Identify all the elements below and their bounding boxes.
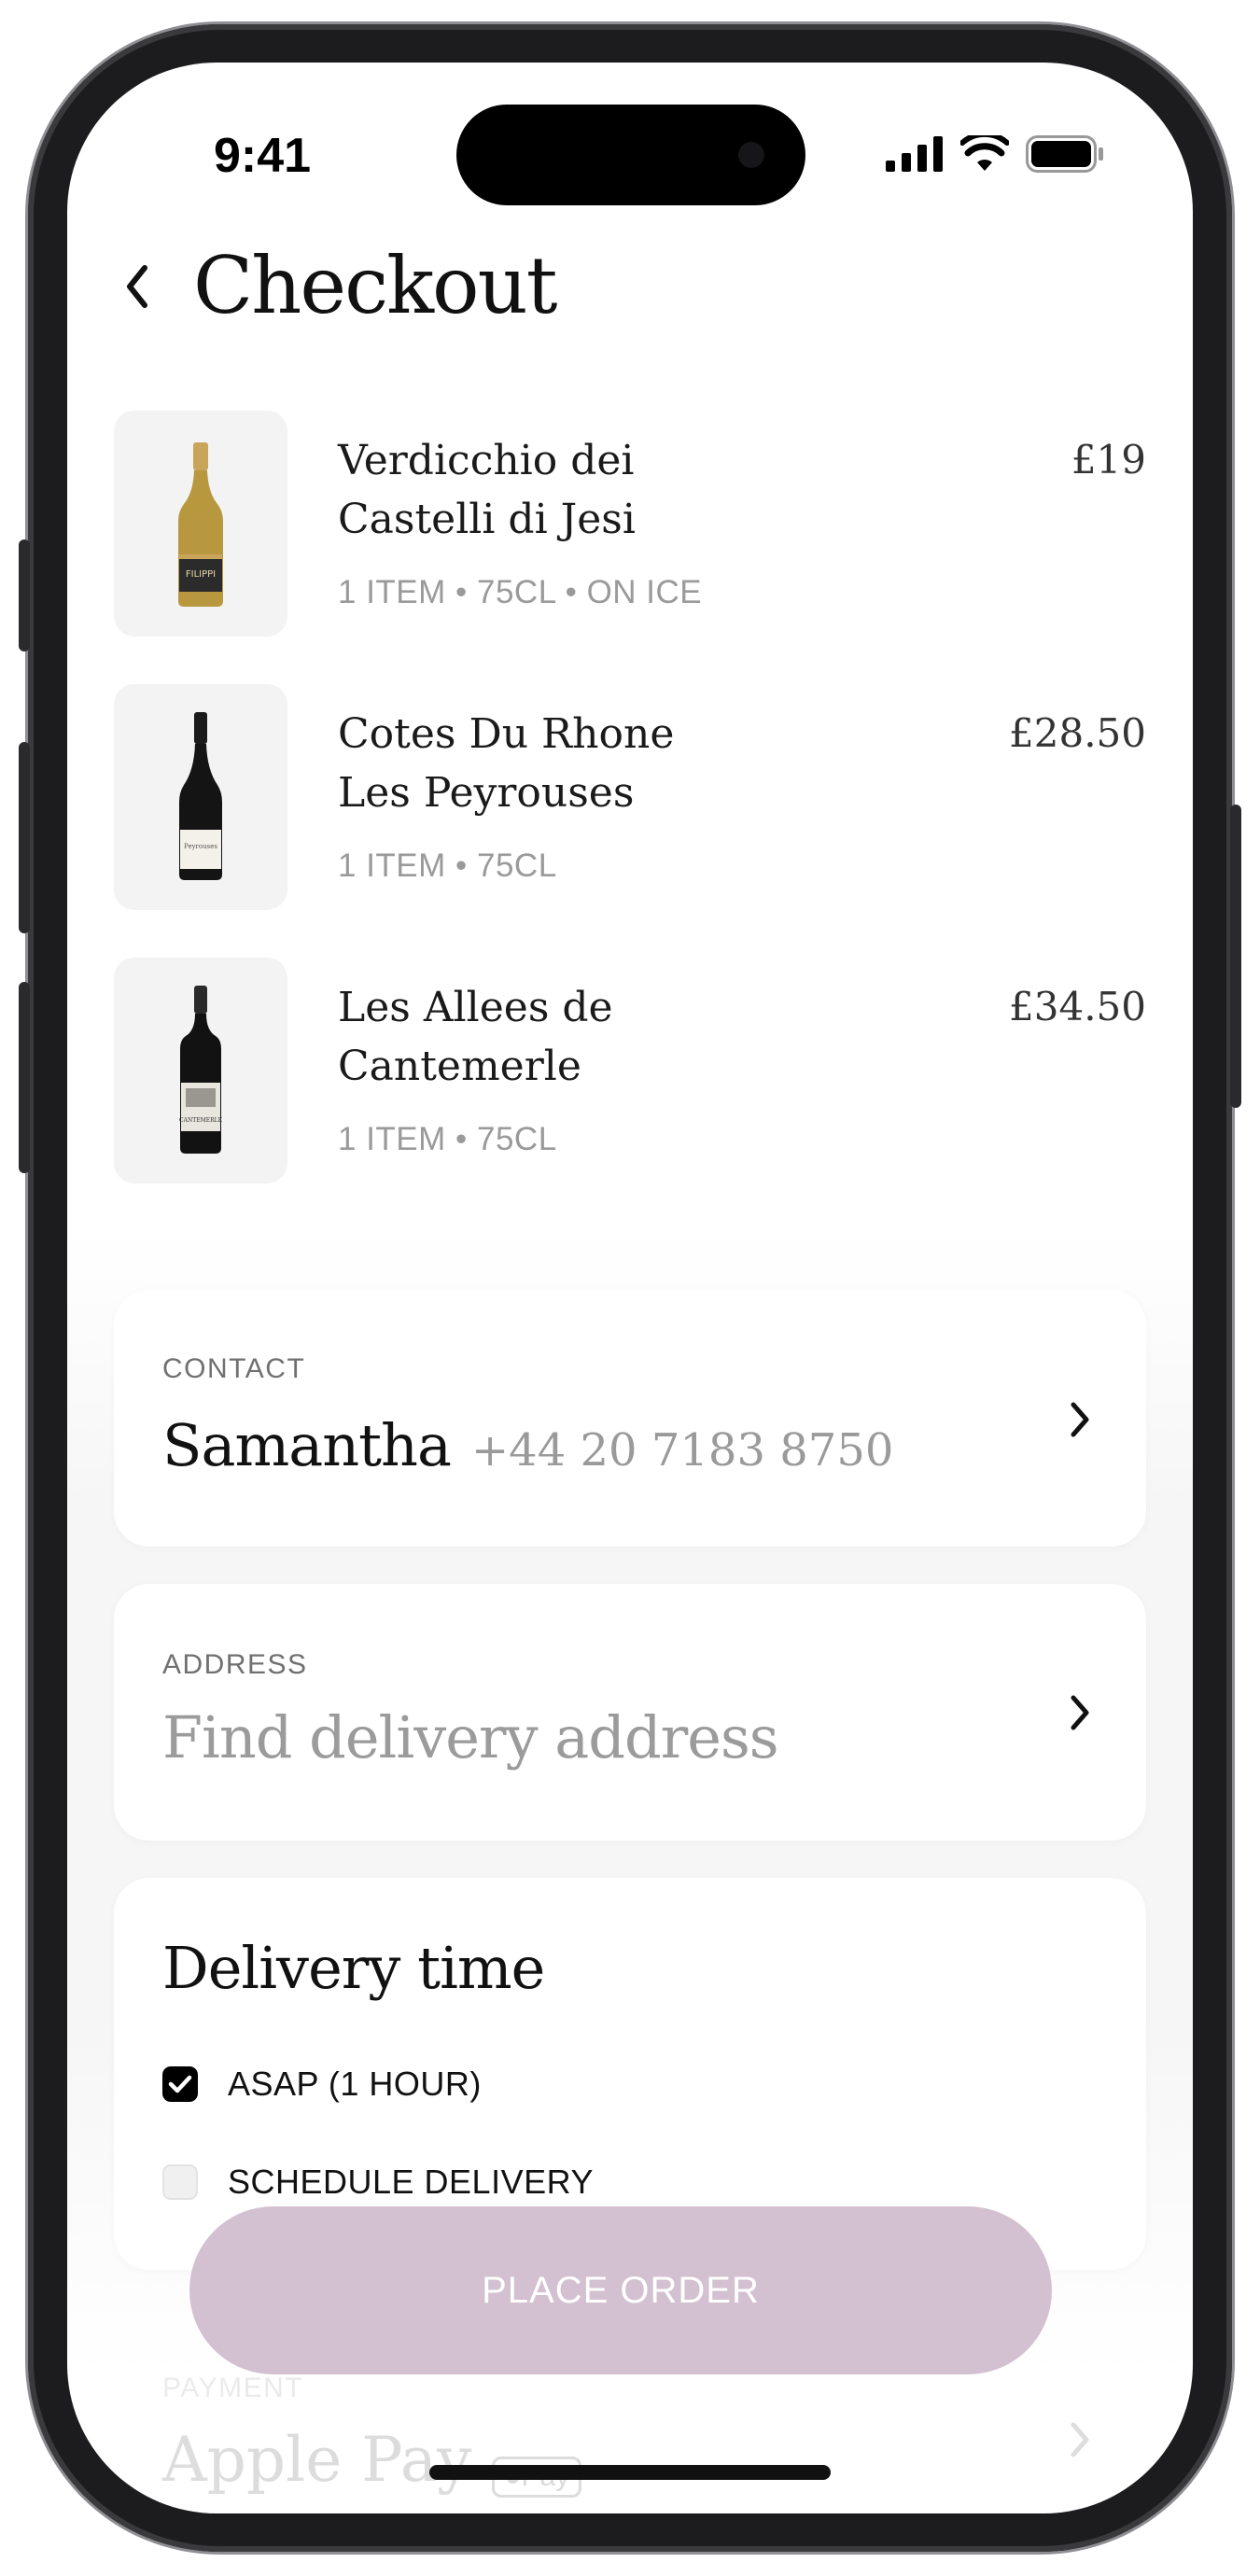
red-wine-bottle-icon: Peyrouses xyxy=(179,712,222,880)
option-label: SCHEDULE DELIVERY xyxy=(228,2163,594,2201)
delivery-option-asap[interactable]: ASAP (1 HOUR) xyxy=(162,2065,482,2104)
contact-value: Samantha +44 20 7183 8750 xyxy=(162,1411,893,1479)
page-title: Checkout xyxy=(193,240,557,331)
option-label: ASAP (1 HOUR) xyxy=(228,2065,482,2103)
status-icons xyxy=(886,135,1104,173)
camera-icon xyxy=(738,142,764,168)
app-screen: 9:41 Checkout FILIPPI Verdicchio dei Cas… xyxy=(67,63,1193,2513)
svg-text:CANTEMERLE: CANTEMERLE xyxy=(179,1117,222,1124)
product-meta: 1 ITEM • 75CL • ON ICE xyxy=(338,574,703,610)
chevron-right-icon xyxy=(1071,2422,1089,2457)
contact-label: CONTACT xyxy=(162,1353,306,1384)
product-name: Cotes Du Rhone Les Peyrouses xyxy=(338,710,675,817)
power-button xyxy=(1230,805,1241,1108)
chevron-right-icon xyxy=(1071,1695,1089,1730)
home-indicator xyxy=(429,2465,831,2480)
product-price: £34.50 xyxy=(1009,984,1146,1029)
contact-card[interactable]: CONTACT Samantha +44 20 7183 8750 xyxy=(114,1290,1146,1547)
product-thumbnail: CANTEMERLE xyxy=(114,958,287,1183)
svg-text:Peyrouses: Peyrouses xyxy=(184,843,217,850)
chevron-right-icon xyxy=(1071,1402,1089,1437)
product-name: Les Allees de Cantemerle xyxy=(338,984,613,1090)
product-price: £28.50 xyxy=(1009,710,1146,756)
white-wine-bottle-icon: FILIPPI xyxy=(178,442,223,607)
contact-phone: +44 20 7183 8750 xyxy=(470,1424,894,1477)
contact-name: Samantha xyxy=(162,1411,452,1479)
product-meta: 1 ITEM • 75CL xyxy=(338,847,557,884)
order-item[interactable]: CANTEMERLE Les Allees de Cantemerle 1 IT… xyxy=(114,958,1146,1183)
cellular-signal-icon xyxy=(886,136,943,172)
bordeaux-wine-bottle-icon: CANTEMERLE xyxy=(179,986,222,1154)
payment-method: Apple Pay xyxy=(162,2424,472,2496)
product-price: £19 xyxy=(1071,437,1146,483)
delivery-option-schedule[interactable]: SCHEDULE DELIVERY xyxy=(162,2163,594,2202)
wifi-icon xyxy=(960,135,1009,171)
battery-icon xyxy=(1026,135,1103,173)
dynamic-island xyxy=(456,105,805,205)
svg-text:FILIPPI: FILIPPI xyxy=(186,569,216,580)
payment-label: PAYMENT xyxy=(162,2373,304,2403)
product-name: Verdicchio dei Castelli di Jesi xyxy=(338,437,636,543)
address-placeholder: Find delivery address xyxy=(162,1703,779,1771)
address-card[interactable]: ADDRESS Find delivery address xyxy=(114,1584,1146,1841)
delivery-time-title: Delivery time xyxy=(162,1934,545,2002)
volume-down-button xyxy=(19,982,30,1173)
product-thumbnail: Peyrouses xyxy=(114,684,287,910)
checkmark-icon xyxy=(168,2075,192,2093)
product-meta: 1 ITEM • 75CL xyxy=(338,1121,557,1157)
order-item[interactable]: FILIPPI Verdicchio dei Castelli di Jesi … xyxy=(114,411,1146,637)
status-time: 9:41 xyxy=(214,129,312,183)
place-order-button[interactable]: PLACE ORDER xyxy=(189,2206,1052,2374)
address-label: ADDRESS xyxy=(162,1649,308,1680)
action-button xyxy=(19,539,30,651)
volume-up-button xyxy=(19,742,30,933)
order-item[interactable]: Peyrouses Cotes Du Rhone Les Peyrouses 1… xyxy=(114,684,1146,910)
product-thumbnail: FILIPPI xyxy=(114,411,287,637)
back-chevron-icon[interactable] xyxy=(119,259,156,315)
payment-value: Apple Pay●Pay xyxy=(162,2424,582,2498)
checkbox-checked[interactable] xyxy=(162,2066,198,2102)
checkbox-unchecked[interactable] xyxy=(162,2164,198,2200)
